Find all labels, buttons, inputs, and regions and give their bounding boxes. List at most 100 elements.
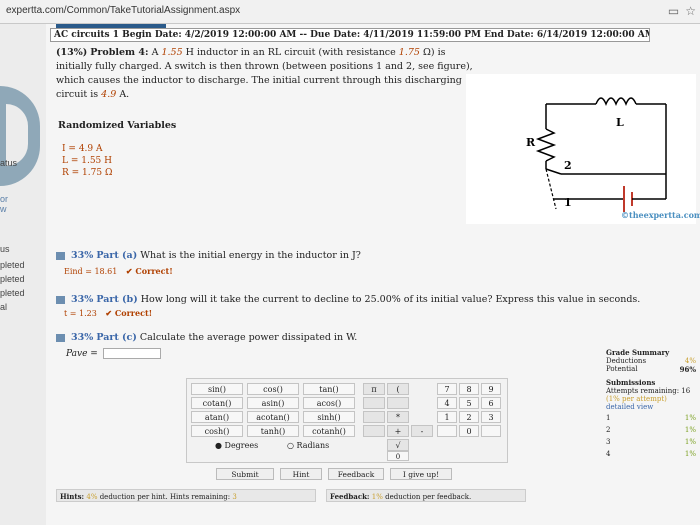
potential-value: 96% (679, 365, 696, 374)
feedback-deduction-pct: 1% (371, 493, 383, 501)
url-text[interactable]: expertta.com/Common/TakeTutorialAssignme… (6, 5, 240, 16)
figure-credit: ©theexpertta.com (621, 210, 700, 220)
key-blank[interactable] (387, 397, 409, 409)
problem-unit: A. (119, 89, 130, 100)
switch-position-1: 1 (564, 196, 572, 209)
feedback-bar: Feedback: 1% deduction per feedback. (326, 489, 526, 502)
key-9[interactable]: 9 (481, 383, 501, 395)
resistance-value: 1.75 (398, 47, 420, 58)
key-pi[interactable]: π (363, 383, 385, 395)
detailed-view-link[interactable]: detailed view (606, 403, 696, 411)
submission-value: 1% (684, 450, 696, 458)
attempts-remaining: Attempts remaining: 16 (606, 387, 691, 395)
give-up-button[interactable]: I give up! (390, 468, 452, 480)
key-zero-display[interactable]: 0 (387, 451, 409, 461)
part-c: 33% Part (c) Calculate the average power… (56, 332, 357, 343)
hint-button[interactable]: Hint (280, 468, 322, 480)
sidebar-label[interactable]: or (0, 194, 8, 204)
part-percent: 33% (71, 332, 94, 343)
submission-row: 3 1% (606, 438, 696, 446)
sidebar-label: us (0, 244, 10, 254)
submission-row: 2 1% (606, 426, 696, 434)
key-8[interactable]: 8 (459, 383, 479, 395)
feedback-button[interactable]: Feedback (328, 468, 384, 480)
submission-row: 4 1% (606, 450, 696, 458)
key-tan[interactable]: tan() (303, 383, 355, 395)
key-blank[interactable] (363, 397, 385, 409)
answer-value: t = 1.23 (64, 309, 97, 318)
key-blank[interactable] (363, 425, 385, 437)
problem-text: A (151, 47, 159, 58)
key-sinh[interactable]: sinh() (303, 411, 355, 423)
key-6[interactable]: 6 (481, 397, 501, 409)
key-open-paren[interactable]: ( (387, 383, 409, 395)
part-b: 33% Part (b) How long will it take the c… (56, 294, 640, 305)
randomized-variables-title: Randomized Variables (58, 120, 177, 131)
feedback-label: Feedback: (330, 492, 370, 501)
part-question: What is the initial energy in the induct… (140, 250, 361, 261)
deductions-value: 4% (684, 357, 696, 365)
key-cotanh[interactable]: cotanh() (303, 425, 355, 437)
page-icon[interactable]: ▭ (668, 4, 679, 18)
submit-button[interactable]: Submit (216, 468, 274, 480)
part-label: Part (b) (96, 294, 138, 305)
key-4[interactable]: 4 (437, 397, 457, 409)
assignment-panel: AC circuits 1 Begin Date: 4/2/2019 12:00… (46, 24, 700, 525)
part-label: Part (a) (96, 250, 138, 261)
part-percent: 33% (71, 250, 94, 261)
key-asin[interactable]: asin() (247, 397, 299, 409)
key-tanh[interactable]: tanh() (247, 425, 299, 437)
key-sin[interactable]: sin() (191, 383, 243, 395)
key-multiply[interactable]: * (387, 411, 409, 423)
angle-mode-radians[interactable]: ○ Radians (287, 441, 329, 450)
problem-weight: (13%) (56, 47, 88, 58)
key-blank[interactable] (481, 425, 501, 437)
angle-mode-degrees[interactable]: ● Degrees (215, 441, 258, 450)
inductor-label: L (616, 116, 624, 129)
key-plus[interactable]: + (387, 425, 409, 437)
key-atan[interactable]: atan() (191, 411, 243, 423)
key-2[interactable]: 2 (459, 411, 479, 423)
key-acos[interactable]: acos() (303, 397, 355, 409)
correct-status: ✔ Correct! (125, 266, 173, 276)
summary-row: Deductions 4% (606, 357, 696, 365)
left-sidebar: atus or w us pleted pleted pleted al (0, 24, 46, 525)
bookmark-star-icon[interactable]: ☆ (685, 4, 696, 18)
submission-value: 1% (684, 426, 696, 434)
part-a: 33% Part (a) What is the initial energy … (56, 250, 361, 261)
correct-status: ✔ Correct! (105, 308, 153, 318)
submission-number: 2 (606, 426, 611, 434)
switch-position-2: 2 (564, 159, 572, 172)
key-cotan[interactable]: cotan() (191, 397, 243, 409)
inductance-value: 1.55 (161, 47, 183, 58)
part-question: How long will it take the current to dec… (140, 294, 641, 305)
hints-text: deduction per hint. Hints remaining: (99, 493, 231, 501)
sidebar-label: al (0, 302, 8, 312)
key-0[interactable]: 0 (459, 425, 479, 437)
current-value: 4.9 (101, 89, 117, 100)
sidebar-label[interactable]: w (0, 204, 7, 214)
answer-label: Pave = (66, 349, 98, 359)
key-acotan[interactable]: acotan() (247, 411, 299, 423)
hints-remaining: 3 (232, 493, 237, 501)
key-5[interactable]: 5 (459, 397, 479, 409)
potential-label: Potential (606, 365, 638, 373)
key-blank[interactable] (437, 425, 457, 437)
logo (0, 86, 40, 186)
key-minus[interactable]: - (411, 425, 433, 437)
submission-number: 3 (606, 438, 611, 446)
part-status-icon (56, 333, 65, 342)
calculator-keypad: sin() cos() tan() cotan() asin() acos() … (186, 378, 508, 463)
key-blank[interactable] (363, 411, 385, 423)
answer-input[interactable] (102, 348, 161, 359)
key-7[interactable]: 7 (437, 383, 457, 395)
key-cosh[interactable]: cosh() (191, 425, 243, 437)
browser-address-bar[interactable]: expertta.com/Common/TakeTutorialAssignme… (0, 0, 700, 24)
summary-title: Grade Summary (606, 348, 670, 357)
part-status-icon (56, 295, 65, 304)
rl-circuit-figure: R L 2 1 (466, 74, 696, 224)
key-cos[interactable]: cos() (247, 383, 299, 395)
key-sqrt[interactable]: √ (387, 439, 409, 451)
key-3[interactable]: 3 (481, 411, 501, 423)
key-1[interactable]: 1 (437, 411, 457, 423)
